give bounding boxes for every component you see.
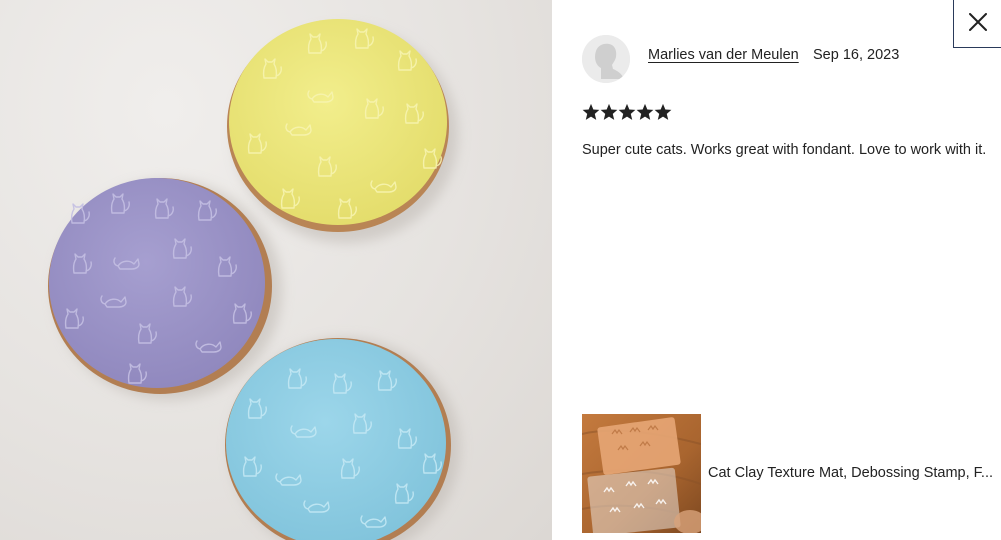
star-icon: [636, 103, 654, 120]
close-button[interactable]: [953, 0, 1001, 48]
star-icon: [582, 103, 600, 120]
reviewer-avatar: [582, 35, 630, 83]
star-icon: [654, 103, 672, 120]
product-image: [582, 414, 701, 533]
purple-cookie: [48, 178, 272, 394]
product-thumbnail[interactable]: [582, 414, 701, 533]
cookies-image: [48, 19, 460, 540]
review-photo: [0, 0, 552, 540]
reviewer-name-link[interactable]: Marlies van der Meulen: [648, 47, 799, 63]
star-rating: [582, 103, 672, 123]
yellow-cookie: [227, 19, 449, 232]
user-avatar-icon: [582, 35, 630, 83]
review-text: Super cute cats. Works great with fondan…: [582, 142, 987, 158]
star-icon: [600, 103, 618, 120]
review-date: Sep 16, 2023: [813, 47, 900, 63]
close-icon: [969, 13, 987, 31]
star-icon: [618, 103, 636, 120]
product-title-link[interactable]: Cat Clay Texture Mat, Debossing Stamp, F…: [708, 465, 1000, 481]
